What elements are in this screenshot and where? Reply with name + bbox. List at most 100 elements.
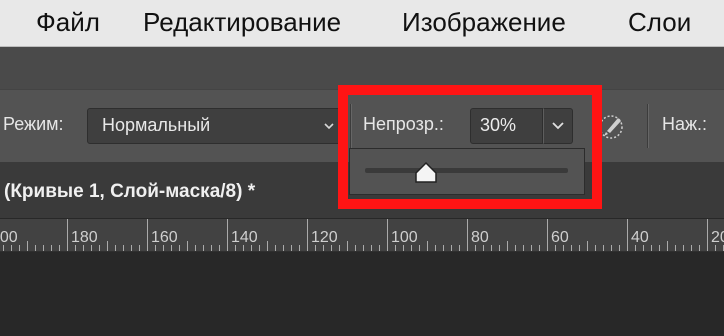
ruler-tick [259,245,260,251]
ruler-tick [43,245,44,251]
ruler-tick [523,245,524,251]
ruler-tick [619,245,620,251]
opacity-input[interactable]: 30% [470,108,543,144]
ruler-tick [611,245,612,251]
ruler-tick [707,219,708,251]
ruler-tick [139,245,140,251]
chevron-down-icon [552,122,564,130]
ruler-tick [203,245,204,251]
mode-label: Режим: [3,114,64,134]
ruler-number: 40 [631,229,649,246]
ruler-tick [515,245,516,251]
ruler-tick [147,219,148,251]
ruler-tick [35,245,36,251]
ruler-tick [499,245,500,251]
toolbar-band [0,47,724,89]
blend-mode-value: Нормальный [102,115,211,135]
opacity-label: Непрозр.: [363,114,444,134]
options-divider [647,104,649,148]
ruler-tick [571,245,572,251]
ruler-tick [179,245,180,251]
menu-image[interactable]: Изображение [402,7,566,38]
menu-bar: Файл Редактирование Изображение Слои [0,0,724,47]
ruler-tick [275,245,276,251]
menu-edit[interactable]: Редактирование [143,7,341,38]
opacity-slider-toggle[interactable] [543,108,573,144]
ruler-number: 180 [71,229,98,246]
ruler-tick [587,241,588,251]
ruler-tick [195,245,196,251]
ruler-tick [507,241,508,251]
opacity-value: 30% [480,115,517,135]
ruler-tick [267,241,268,251]
ruler-tick [539,245,540,251]
options-divider [350,104,352,148]
ruler-tick [211,245,212,251]
pressure-label: Наж.: [662,114,708,134]
menu-file[interactable]: Файл [36,7,100,38]
ruler-tick [227,219,228,251]
ruler-tick [219,245,220,251]
ruler-tick [355,245,356,251]
slider-thumb-icon[interactable] [413,160,439,184]
ruler-tick [467,219,468,251]
ruler-tick [699,245,700,251]
horizontal-ruler: 200 180 160 140 120 100 80 60 40 20 [0,219,724,252]
ruler-number: 20 [711,229,724,246]
ruler-tick [691,245,692,251]
ruler-tick [99,245,100,251]
chevron-down-icon [324,123,334,130]
ruler-number: 100 [391,229,418,246]
ruler-tick [59,245,60,251]
ruler-tick [427,241,428,251]
ruler-tick [67,219,68,251]
ruler-tick [107,241,108,251]
opacity-slider-track[interactable] [365,168,568,173]
ruler-tick [27,241,28,251]
ruler-tick [131,245,132,251]
ruler-number: 80 [471,229,489,246]
opacity-slider-popup [349,148,585,195]
ruler-tick [51,245,52,251]
ruler-tick [307,219,308,251]
ruler-number: 140 [231,229,258,246]
ruler-tick [651,245,652,251]
ruler-tick [579,245,580,251]
ruler-tick [603,245,604,251]
ruler-tick [187,241,188,251]
ruler-tick [123,245,124,251]
ruler-tick [387,219,388,251]
ruler-tick [667,241,668,251]
ruler-tick [283,245,284,251]
ruler-tick [291,245,292,251]
ruler-tick [115,245,116,251]
ruler-tick [443,245,444,251]
ruler-number: 60 [551,229,569,246]
ruler-tick [451,245,452,251]
ruler-tick [19,245,20,251]
ruler-tick [491,245,492,251]
ruler-tick [379,245,380,251]
ruler-tick [363,245,364,251]
ruler-tick [419,245,420,251]
ruler-tick [683,245,684,251]
ruler-tick [531,245,532,251]
brush-pressure-icon[interactable] [598,112,626,140]
ruler-tick [339,245,340,251]
ruler-tick [371,245,372,251]
ruler-number: 200 [0,229,18,246]
blend-mode-select[interactable]: Нормальный [87,108,341,144]
menu-layers[interactable]: Слои [628,7,691,38]
ruler-tick [627,219,628,251]
ruler-tick [435,245,436,251]
ruler-tick [675,245,676,251]
ruler-tick [659,245,660,251]
ruler-tick [347,241,348,251]
ruler-number: 120 [311,229,338,246]
ruler-tick [547,219,548,251]
ruler-tick [459,245,460,251]
canvas-area[interactable] [0,252,724,336]
document-tab-title[interactable]: (Кривые 1, Слой-маска/8) * [4,181,255,203]
ruler-number: 160 [151,229,178,246]
ruler-tick [595,245,596,251]
